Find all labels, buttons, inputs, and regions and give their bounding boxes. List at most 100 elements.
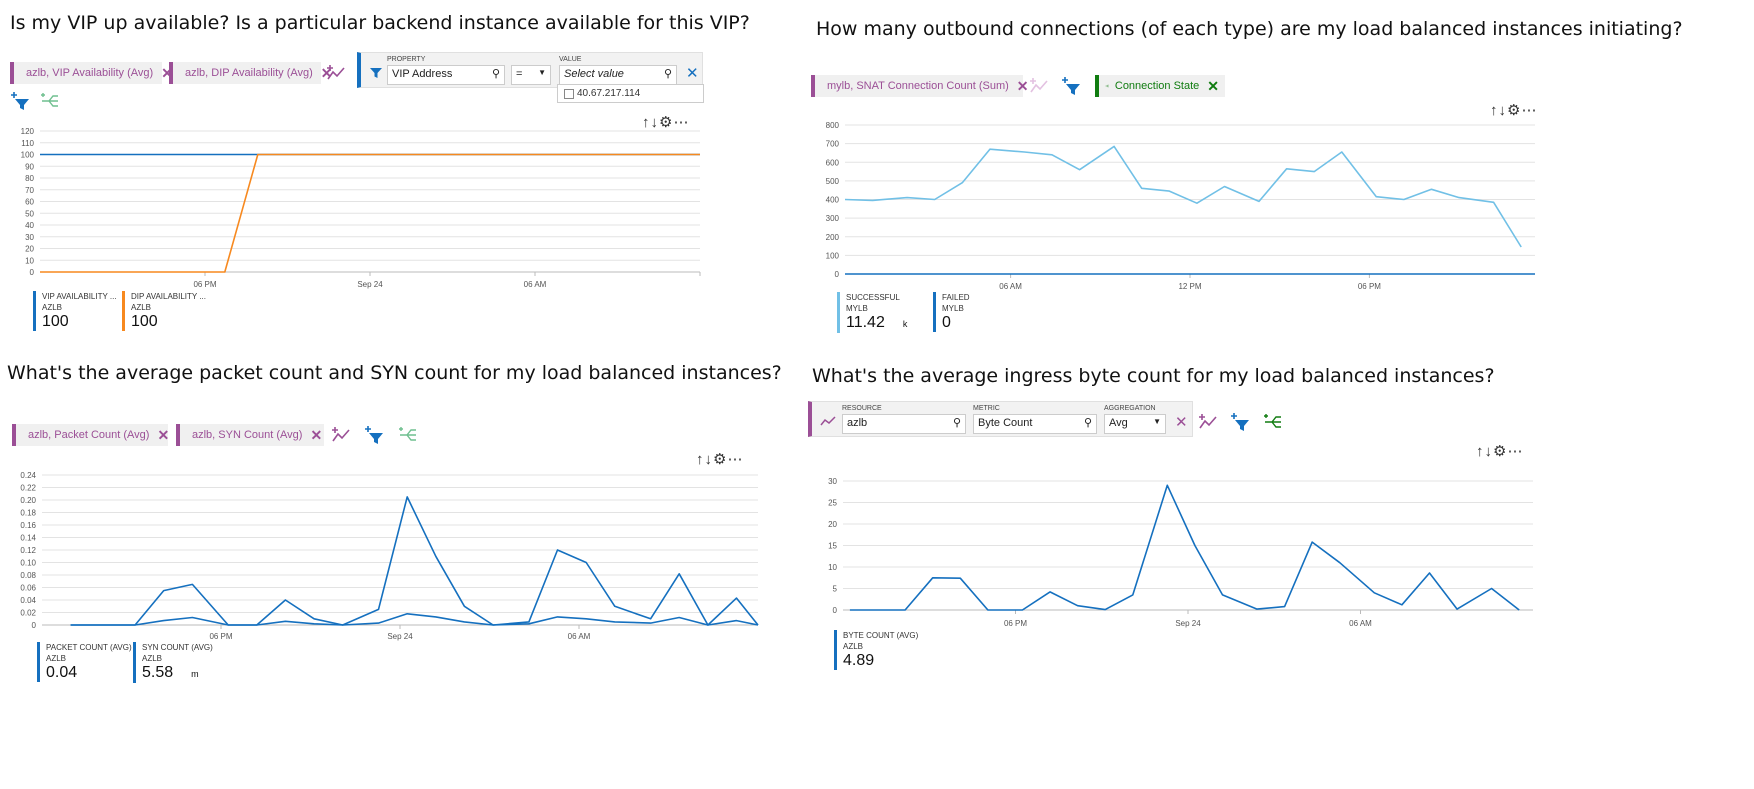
metric-pill-snat-connections[interactable]: mylb, SNAT Connection Count (Sum) ✕ bbox=[811, 75, 1029, 97]
splitting-pill-connection-state[interactable]: Connection State ✕ bbox=[1095, 75, 1225, 97]
search-icon: ⚲ bbox=[491, 68, 500, 80]
y-tick-label: 0.04 bbox=[20, 596, 36, 605]
series-line bbox=[70, 613, 759, 626]
add-metric-icon[interactable] bbox=[326, 63, 346, 83]
value-label: VALUE bbox=[559, 56, 582, 63]
apply-splitting-icon[interactable] bbox=[1262, 412, 1282, 432]
metric-label: METRIC bbox=[973, 405, 1000, 412]
metric-pill-syn-count[interactable]: azlb, SYN Count (Avg) ✕ bbox=[176, 424, 324, 446]
y-tick-label: 50 bbox=[25, 209, 34, 218]
aggregation-select[interactable]: Avg ▼ bbox=[1104, 414, 1166, 434]
y-tick-label: 110 bbox=[21, 139, 34, 148]
operator-value: = bbox=[516, 68, 523, 80]
legend-item-byte-count[interactable]: BYTE COUNT (AVG) AZLB 4.89 bbox=[834, 630, 918, 670]
legend-value: 5.58 bbox=[142, 664, 174, 681]
pill-label: mylb, SNAT Connection Count (Sum) bbox=[827, 80, 1009, 92]
y-tick-label: 0 bbox=[833, 606, 838, 615]
question-vip-availability: Is my VIP up available? Is a particular … bbox=[10, 12, 750, 34]
legend-item-vip[interactable]: VIP AVAILABILITY ... AZLB 100 bbox=[33, 291, 117, 331]
metric-editor: RESOURCE azlb ⚲ METRIC Byte Count ⚲ AGGR… bbox=[808, 401, 1193, 437]
legend-item-packet-count[interactable]: PACKET COUNT (AVG) AZLB 0.04 bbox=[37, 642, 132, 682]
add-filter-icon[interactable] bbox=[10, 91, 30, 111]
legend-name: SYN COUNT (AVG) bbox=[142, 643, 213, 652]
y-tick-label: 700 bbox=[826, 140, 840, 149]
y-tick-label: 30 bbox=[828, 477, 837, 486]
add-filter-icon[interactable] bbox=[1061, 76, 1081, 96]
apply-splitting-icon[interactable] bbox=[39, 91, 59, 111]
legend-name: FAILED bbox=[942, 293, 970, 302]
question-packet-syn-count: What's the average packet count and SYN … bbox=[7, 362, 782, 384]
apply-splitting-icon[interactable] bbox=[397, 425, 417, 445]
legend-resource: AZLB bbox=[42, 303, 63, 312]
add-metric-icon[interactable] bbox=[1029, 76, 1049, 96]
x-tick-label: Sep 24 bbox=[387, 632, 413, 641]
remove-metric-icon[interactable]: ✕ bbox=[1017, 78, 1029, 95]
y-tick-label: 90 bbox=[25, 162, 34, 171]
option-label: 40.67.217.114 bbox=[577, 88, 641, 99]
y-tick-label: 0.14 bbox=[20, 534, 36, 543]
search-icon: ⚲ bbox=[952, 417, 961, 429]
filter-icon bbox=[370, 68, 382, 78]
resource-value: azlb bbox=[847, 417, 868, 429]
legend-item-dip[interactable]: DIP AVAILABILITY ... AZLB 100 bbox=[122, 291, 206, 331]
x-tick-label: 12 PM bbox=[1178, 282, 1201, 291]
close-filter-icon[interactable]: ✕ bbox=[686, 64, 699, 82]
metric-pill-vip-availability[interactable]: azlb, VIP Availability (Avg) ✕ bbox=[10, 62, 173, 84]
pill-label: azlb, Packet Count (Avg) bbox=[28, 429, 150, 441]
y-tick-label: 20 bbox=[828, 520, 837, 529]
y-tick-label: 0.24 bbox=[20, 471, 36, 480]
chart-packet-syn-count: 0.24 0.22 0.20 0.18 0.16 0.14 0.12 0.10 0.08 0.06… bbox=[20, 471, 759, 641]
value-option-item[interactable]: 40.67.217.114 bbox=[557, 84, 704, 103]
y-tick-label: 400 bbox=[826, 196, 840, 205]
x-tick-label: 06 PM bbox=[209, 632, 232, 641]
property-select[interactable]: VIP Address ⚲ bbox=[387, 65, 505, 85]
value-select[interactable]: Select value ⚲ bbox=[559, 65, 677, 85]
y-tick-label: 0 bbox=[32, 621, 37, 630]
y-tick-label: 40 bbox=[25, 221, 34, 230]
y-tick-label: 0.12 bbox=[20, 546, 36, 555]
property-value: VIP Address bbox=[392, 68, 453, 80]
value-placeholder: Select value bbox=[564, 68, 624, 80]
y-tick-label: 0.16 bbox=[20, 521, 36, 530]
add-filter-icon[interactable] bbox=[1230, 412, 1250, 432]
close-editor-icon[interactable]: ✕ bbox=[1175, 413, 1188, 431]
y-tick-label: 600 bbox=[826, 158, 840, 167]
y-tick-label: 25 bbox=[828, 499, 837, 508]
legend-item-failed[interactable]: FAILED MYLB 0 bbox=[933, 292, 970, 332]
x-tick-label: 06 PM bbox=[1004, 619, 1027, 628]
line-chart-icon bbox=[820, 416, 836, 426]
pill-label: azlb, SYN Count (Avg) bbox=[192, 429, 303, 441]
y-tick-label: 20 bbox=[25, 245, 34, 254]
metric-pill-packet-count[interactable]: azlb, Packet Count (Avg) ✕ bbox=[12, 424, 169, 446]
y-tick-label: 0.10 bbox=[20, 559, 36, 568]
legend-name: PACKET COUNT (AVG) bbox=[46, 643, 132, 652]
legend-name: VIP AVAILABILITY ... bbox=[42, 292, 117, 301]
y-tick-label: 0.22 bbox=[20, 484, 36, 493]
checkbox[interactable] bbox=[564, 89, 574, 99]
legend-item-syn-count[interactable]: SYN COUNT (AVG) AZLB 5.58 m bbox=[133, 642, 213, 683]
add-metric-icon[interactable] bbox=[1198, 412, 1218, 432]
y-tick-label: 10 bbox=[25, 256, 34, 265]
remove-metric-icon[interactable]: ✕ bbox=[157, 427, 169, 444]
add-metric-icon[interactable] bbox=[331, 425, 351, 445]
add-filter-icon[interactable] bbox=[364, 425, 384, 445]
y-tick-label: 800 bbox=[826, 121, 840, 130]
legend-resource: AZLB bbox=[142, 654, 163, 663]
metric-pill-dip-availability[interactable]: azlb, DIP Availability (Avg) ✕ bbox=[169, 62, 333, 84]
operator-select[interactable]: = ▼ bbox=[511, 65, 551, 85]
x-tick-label: Sep 24 bbox=[357, 280, 383, 289]
chevron-down-icon: ▼ bbox=[538, 68, 546, 77]
legend-resource: AZLB bbox=[131, 303, 152, 312]
legend-item-successful[interactable]: SUCCESSFUL MYLB 11.42 k bbox=[837, 292, 907, 333]
legend-name: DIP AVAILABILITY ... bbox=[131, 292, 206, 301]
legend-value: 11.42 bbox=[846, 314, 885, 331]
y-tick-label: 0 bbox=[30, 268, 35, 277]
legend-value: 0.04 bbox=[46, 664, 78, 681]
resource-select[interactable]: azlb ⚲ bbox=[842, 414, 966, 434]
metric-select[interactable]: Byte Count ⚲ bbox=[973, 414, 1097, 434]
pill-label: azlb, VIP Availability (Avg) bbox=[26, 67, 154, 79]
metric-value: Byte Count bbox=[978, 417, 1033, 429]
remove-splitting-icon[interactable]: ✕ bbox=[1207, 78, 1219, 95]
legend-value: 4.89 bbox=[843, 652, 875, 669]
remove-metric-icon[interactable]: ✕ bbox=[310, 427, 322, 444]
